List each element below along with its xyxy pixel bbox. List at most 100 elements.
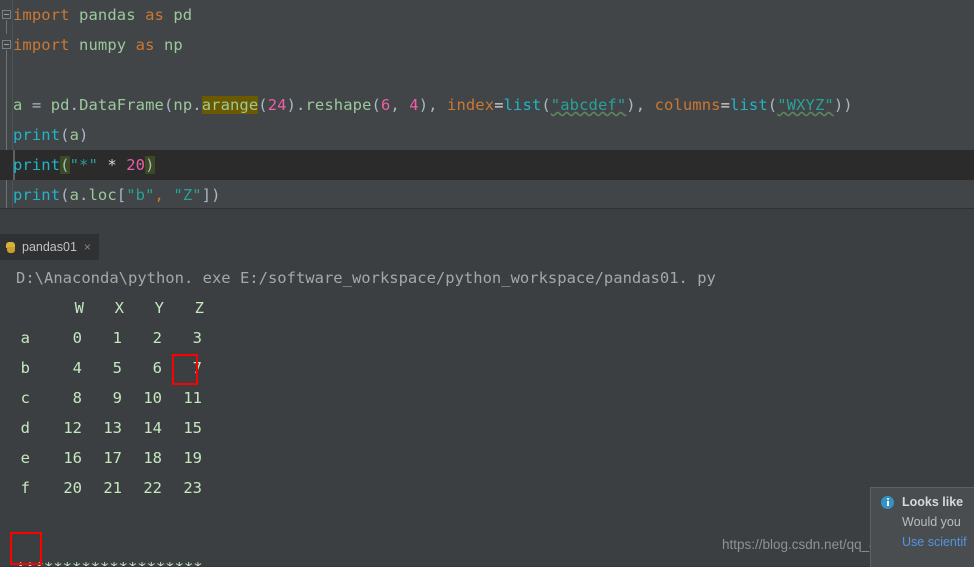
code-token: "WXYZ" [777,96,834,114]
code-token: loc [88,186,117,204]
dataframe-column-header: X [114,299,124,317]
ide-window: import pandas as pd import numpy as np a =… [0,0,974,567]
notification-popup[interactable]: Looks like Would you Use scientif [870,487,974,567]
code-token: ) [79,126,89,144]
code-token: 24 [267,96,287,114]
code-token: , [428,96,438,114]
code-line-2[interactable]: import numpy as np [13,30,183,60]
notification-link[interactable]: Use scientif [902,535,967,549]
code-token: columns [654,96,721,114]
code-token: np [173,96,193,114]
dataframe-cell: 3 [192,329,202,347]
code-token: ) [833,96,844,114]
code-token: ( [258,96,268,114]
code-token: reshape [305,96,372,114]
code-token: ] [201,186,212,204]
code-token: ) [145,156,155,174]
dataframe-cell: 0 [72,329,82,347]
dataframe-cell: 20 [63,479,82,497]
fold-marker-icon[interactable] [2,10,11,19]
dataframe-cell: 14 [143,419,162,437]
code-token: numpy [79,36,127,54]
code-token: "*" [69,156,98,174]
code-line-7[interactable]: print(a.loc["b", "Z"]) [13,180,221,208]
code-editor[interactable]: import pandas as pd import numpy as np a =… [0,0,974,208]
dataframe-cell: 16 [63,449,82,467]
code-token: ( [371,96,381,114]
dataframe-row: b4567 [0,353,974,383]
code-token: ( [60,186,70,204]
dataframe-column-header: W [74,299,84,317]
dataframe-row: c 8 9 10 11 [0,383,974,413]
highlight-box-cell-bZ [172,354,198,385]
code-token: = [31,96,42,114]
code-line-4[interactable]: a = pd.DataFrame(np.arange(24).reshape(6… [13,90,853,120]
code-token: , [635,96,646,114]
code-token: ( [767,96,778,114]
dataframe-column-header: Y [154,299,164,317]
code-token: . [192,96,202,114]
dataframe-cell: 18 [143,449,162,467]
close-icon[interactable]: × [84,240,91,254]
notification-body: Would you [902,515,961,529]
dataframe-row: f 20 21 22 23 [0,473,974,503]
dataframe-cell: 19 [183,449,202,467]
code-token: 20 [126,156,146,174]
dataframe-cell: 8 [72,389,82,407]
dataframe-cell: 1 [112,329,122,347]
dataframe-index-label: f [20,479,30,497]
dataframe-index-label: a [20,329,30,347]
dataframe-row: e 16 17 18 19 [0,443,974,473]
console-command-line: D:\Anaconda\python. exe E:/software_work… [16,269,716,287]
code-token: 4 [409,96,419,114]
code-token: "Z" [173,186,202,204]
fold-tail [6,50,7,208]
dataframe-cell: 9 [112,389,122,407]
code-token: DataFrame [79,96,164,114]
tabbar-separator [0,208,974,209]
dataframe-cell: 2 [152,329,162,347]
code-token: list [503,96,542,114]
highlight-box-result [10,532,42,565]
dataframe-header-row: W X Y Z [0,293,974,323]
code-token: a [69,186,80,204]
run-console[interactable]: D:\Anaconda\python. exe E:/software_work… [0,260,974,567]
code-token: ) [626,96,636,114]
fold-marker-icon[interactable] [2,40,11,49]
code-line-6[interactable]: print("*" * 20) [13,150,155,180]
code-token: list [730,96,768,114]
code-line-1[interactable]: import pandas as pd [13,0,192,30]
code-line-5[interactable]: print(a) [13,120,88,150]
code-token: 6 [380,96,391,114]
notification-title: Looks like [902,495,964,509]
tab-pandas01[interactable]: pandas01 × [0,234,99,260]
console-tabbar: pandas01 × [0,208,974,260]
code-token: print [13,156,61,174]
code-token: ) [418,96,429,114]
code-token: print [13,126,61,144]
code-token: import [13,36,70,54]
console-separator-line: ******************** [16,553,974,567]
dataframe-cell: 12 [63,419,82,437]
code-token: = [720,96,731,114]
code-token: ) [211,186,221,204]
notification-header: Looks like [881,495,963,509]
code-token: = [494,96,504,114]
code-token: ( [60,126,70,144]
code-token: index [447,96,495,114]
code-token: , [390,96,400,114]
code-token: . [69,96,80,114]
dataframe-cell: 5 [112,359,122,377]
dataframe-cell: 6 [152,359,162,377]
code-token: ( [541,96,551,114]
code-token: "abcdef" [550,96,627,114]
dataframe-cell: 4 [72,359,82,377]
